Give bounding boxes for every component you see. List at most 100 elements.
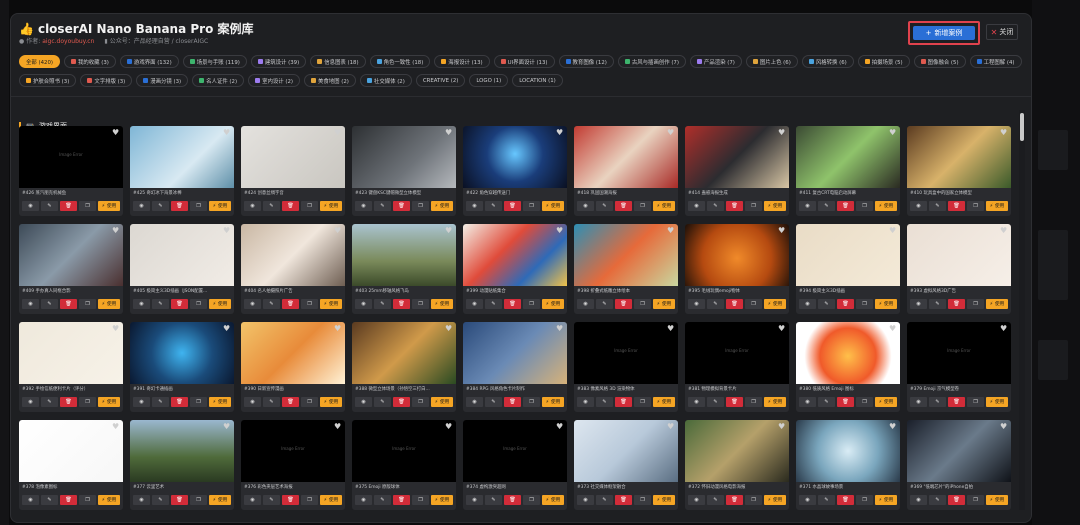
use-button[interactable]: ⚡ 使用 — [653, 299, 675, 309]
view-icon[interactable]: ◉ — [133, 495, 150, 505]
filter-tag[interactable]: 海报设计 (13) — [434, 55, 490, 68]
edit-icon[interactable]: ✎ — [374, 299, 391, 309]
delete-icon[interactable]: 🗑 — [615, 299, 632, 309]
use-button[interactable]: ⚡ 使用 — [209, 299, 231, 309]
case-thumbnail[interactable]: ♥ — [574, 224, 678, 286]
view-icon[interactable]: ◉ — [910, 201, 927, 211]
favorite-heart-icon[interactable]: ♥ — [889, 227, 897, 235]
delete-icon[interactable]: 🗑 — [948, 397, 965, 407]
favorite-heart-icon[interactable]: ♥ — [334, 227, 342, 235]
favorite-heart-icon[interactable]: ♥ — [889, 129, 897, 137]
case-card[interactable]: ♥ #372 怀旧动漫风格电影海报 ◉ ✎ 🗑 ❐ ⚡ 使用 — [685, 420, 789, 510]
delete-icon[interactable]: 🗑 — [504, 397, 521, 407]
view-icon[interactable]: ◉ — [355, 397, 372, 407]
case-thumbnail[interactable]: ♥ — [130, 322, 234, 384]
case-card[interactable]: ♥ #371 水晶球故事场景 ◉ ✎ 🗑 ❐ ⚡ 使用 — [796, 420, 900, 510]
case-thumbnail[interactable]: ♥ — [352, 322, 456, 384]
case-card[interactable]: ♥ #399 动漫贴纸集合 ◉ ✎ 🗑 ❐ ⚡ 使用 — [463, 224, 567, 314]
case-card[interactable]: ♥ #409 手办真人同框合影 ◉ ✎ 🗑 ❐ ⚡ 使用 — [19, 224, 123, 314]
copy-icon[interactable]: ❐ — [967, 495, 984, 505]
use-button[interactable]: ⚡ 使用 — [986, 299, 1008, 309]
copy-icon[interactable]: ❐ — [967, 397, 984, 407]
case-thumbnail[interactable]: ♥ — [685, 126, 789, 188]
filter-tag[interactable]: 场景与手账 (119) — [182, 55, 247, 68]
favorite-heart-icon[interactable]: ♥ — [112, 423, 120, 431]
copy-icon[interactable]: ❐ — [412, 299, 429, 309]
use-button[interactable]: ⚡ 使用 — [209, 201, 231, 211]
delete-icon[interactable]: 🗑 — [837, 495, 854, 505]
filter-tag[interactable]: 文字排版 (3) — [80, 74, 133, 87]
use-button[interactable]: ⚡ 使用 — [320, 397, 342, 407]
use-button[interactable]: ⚡ 使用 — [320, 299, 342, 309]
case-card[interactable]: Image Error ♥ #375 Emoji 原版球体 ◉ ✎ 🗑 ❐ ⚡ 使用 — [352, 420, 456, 510]
case-thumbnail[interactable]: Image Error ♥ — [907, 322, 1011, 384]
delete-icon[interactable]: 🗑 — [171, 495, 188, 505]
copy-icon[interactable]: ❐ — [634, 299, 651, 309]
copy-icon[interactable]: ❐ — [856, 397, 873, 407]
copy-icon[interactable]: ❐ — [856, 495, 873, 505]
use-button[interactable]: ⚡ 使用 — [875, 495, 897, 505]
case-thumbnail[interactable]: Image Error ♥ — [463, 420, 567, 482]
favorite-heart-icon[interactable]: ♥ — [778, 325, 786, 333]
copy-icon[interactable]: ❐ — [190, 201, 207, 211]
favorite-heart-icon[interactable]: ♥ — [778, 227, 786, 235]
copy-icon[interactable]: ❐ — [301, 397, 318, 407]
edit-icon[interactable]: ✎ — [41, 495, 58, 505]
view-icon[interactable]: ◉ — [22, 397, 39, 407]
case-thumbnail[interactable]: ♥ — [19, 224, 123, 286]
case-thumbnail[interactable]: ♥ — [463, 224, 567, 286]
view-icon[interactable]: ◉ — [799, 201, 816, 211]
edit-icon[interactable]: ✎ — [485, 299, 502, 309]
delete-icon[interactable]: 🗑 — [615, 495, 632, 505]
filter-tag[interactable]: CREATIVE (2) — [415, 74, 466, 87]
use-button[interactable]: ⚡ 使用 — [764, 495, 786, 505]
use-button[interactable]: ⚡ 使用 — [431, 299, 453, 309]
filter-tag[interactable]: LOCATION (1) — [512, 74, 563, 87]
delete-icon[interactable]: 🗑 — [171, 397, 188, 407]
delete-icon[interactable]: 🗑 — [504, 201, 521, 211]
view-icon[interactable]: ◉ — [910, 495, 927, 505]
edit-icon[interactable]: ✎ — [41, 397, 58, 407]
filter-tag[interactable]: 漫画分镜 (3) — [136, 74, 189, 87]
use-button[interactable]: ⚡ 使用 — [764, 397, 786, 407]
new-case-button[interactable]: + 新增案例 — [908, 21, 980, 45]
copy-icon[interactable]: ❐ — [634, 397, 651, 407]
delete-icon[interactable]: 🗑 — [837, 201, 854, 211]
delete-icon[interactable]: 🗑 — [504, 495, 521, 505]
view-icon[interactable]: ◉ — [22, 201, 39, 211]
view-icon[interactable]: ◉ — [133, 299, 150, 309]
filter-tag[interactable]: 护肤合照书 (3) — [19, 74, 77, 87]
case-thumbnail[interactable]: ♥ — [463, 126, 567, 188]
edit-icon[interactable]: ✎ — [263, 495, 280, 505]
edit-icon[interactable]: ✎ — [152, 299, 169, 309]
case-thumbnail[interactable]: ♥ — [796, 322, 900, 384]
edit-icon[interactable]: ✎ — [707, 495, 724, 505]
favorite-heart-icon[interactable]: ♥ — [445, 423, 453, 431]
delete-icon[interactable]: 🗑 — [726, 495, 743, 505]
edit-icon[interactable]: ✎ — [263, 397, 280, 407]
use-button[interactable]: ⚡ 使用 — [542, 495, 564, 505]
favorite-heart-icon[interactable]: ♥ — [556, 129, 564, 137]
use-button[interactable]: ⚡ 使用 — [986, 495, 1008, 505]
use-button[interactable]: ⚡ 使用 — [431, 397, 453, 407]
edit-icon[interactable]: ✎ — [41, 201, 58, 211]
filter-tag[interactable]: 我的收藏 (3) — [64, 55, 116, 68]
case-thumbnail[interactable]: ♥ — [241, 224, 345, 286]
delete-icon[interactable]: 🗑 — [282, 201, 299, 211]
copy-icon[interactable]: ❐ — [301, 495, 318, 505]
use-button[interactable]: ⚡ 使用 — [209, 495, 231, 505]
use-button[interactable]: ⚡ 使用 — [209, 397, 231, 407]
delete-icon[interactable]: 🗑 — [615, 397, 632, 407]
view-icon[interactable]: ◉ — [688, 201, 705, 211]
view-icon[interactable]: ◉ — [466, 299, 483, 309]
edit-icon[interactable]: ✎ — [707, 299, 724, 309]
case-card[interactable]: ♥ #414 蛊惑海报生成 ◉ ✎ 🗑 ❐ ⚡ 使用 — [685, 126, 789, 216]
delete-icon[interactable]: 🗑 — [60, 397, 77, 407]
use-button[interactable]: ⚡ 使用 — [986, 201, 1008, 211]
edit-icon[interactable]: ✎ — [485, 397, 502, 407]
case-card[interactable]: ♥ #403 25mm移轴风格飞岛 ◉ ✎ 🗑 ❐ ⚡ 使用 — [352, 224, 456, 314]
case-thumbnail[interactable]: ♥ — [796, 126, 900, 188]
case-card[interactable]: ♥ #377 云里艺术 ◉ ✎ 🗑 ❐ ⚡ 使用 — [130, 420, 234, 510]
filter-tag[interactable]: 产品渲染 (7) — [689, 55, 742, 68]
case-card[interactable]: ♥ #369 "低端芯片"的iPhone自拍 ◉ ✎ 🗑 ❐ ⚡ 使用 — [907, 420, 1011, 510]
